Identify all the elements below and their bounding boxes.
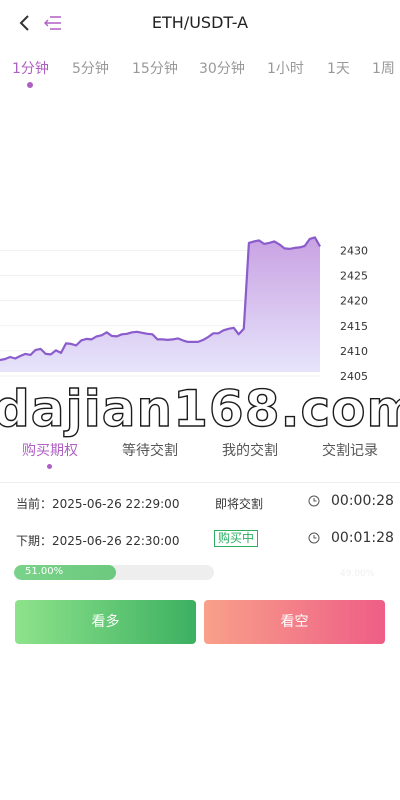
price-chart[interactable]: 2430 2425 2420 2415 2410 2405 xyxy=(0,96,400,406)
tab-1hour[interactable]: 1小时 xyxy=(267,58,304,78)
watermark: dajian168.com xyxy=(0,379,400,438)
ratio-progress-bar: 51.00% xyxy=(14,565,214,580)
tab-delivery-records[interactable]: 交割记录 xyxy=(322,440,378,460)
tab-5min[interactable]: 5分钟 xyxy=(72,58,109,78)
tab-1min[interactable]: 1分钟 xyxy=(12,58,49,78)
ratio-progress-text: 51.00% xyxy=(25,566,64,577)
clock-icon xyxy=(308,495,320,507)
tab-awaiting-delivery[interactable]: 等待交割 xyxy=(122,440,178,460)
current-period-row: 当前：2025-06-26 22:29:00 即将交割 00:00:28 xyxy=(0,490,400,514)
buy-up-button[interactable]: 看多 xyxy=(15,600,196,644)
divider xyxy=(0,482,400,483)
y-tick-label: 2425 xyxy=(340,270,368,283)
y-tick-label: 2415 xyxy=(340,320,368,333)
buy-down-button[interactable]: 看空 xyxy=(204,600,385,644)
timeframe-tabs: 1分钟 5分钟 15分钟 30分钟 1小时 1天 1周 xyxy=(0,56,400,92)
y-tick-label: 2430 xyxy=(340,244,368,257)
active-tab-indicator xyxy=(27,82,33,88)
buying-status-badge: 购买中 xyxy=(214,530,259,547)
page-title: ETH/USDT-A xyxy=(151,13,249,32)
active-order-tab-indicator xyxy=(47,464,52,469)
tab-my-deliveries[interactable]: 我的交割 xyxy=(222,440,278,460)
price-chart-svg: 243024252420241524102405 xyxy=(0,236,368,383)
next-period-row: 下期：2025-06-26 22:30:00 购买中 00:01:28 xyxy=(0,527,400,551)
header: ETH/USDT-A xyxy=(0,0,400,46)
ratio-remaining-text: 49.00% xyxy=(340,569,375,579)
tab-1day[interactable]: 1天 xyxy=(327,58,350,78)
order-tabs: 购买期权 等待交割 我的交割 交割记录 xyxy=(0,440,400,478)
current-period-status: 即将交割 xyxy=(215,497,264,511)
tab-30min[interactable]: 30分钟 xyxy=(199,58,245,78)
tab-buy-options[interactable]: 购买期权 xyxy=(22,440,78,460)
current-period-label: 当前：2025-06-26 22:29:00 xyxy=(16,497,180,511)
clock-icon xyxy=(308,532,320,544)
next-countdown: 00:01:28 xyxy=(331,530,394,546)
tab-15min[interactable]: 15分钟 xyxy=(132,58,178,78)
next-period-label: 下期：2025-06-26 22:30:00 xyxy=(16,534,180,548)
tab-1week[interactable]: 1周 xyxy=(372,58,395,78)
y-tick-label: 2420 xyxy=(340,295,368,308)
price-area xyxy=(0,237,320,372)
y-tick-label: 2410 xyxy=(340,345,368,358)
current-countdown: 00:00:28 xyxy=(331,493,394,509)
